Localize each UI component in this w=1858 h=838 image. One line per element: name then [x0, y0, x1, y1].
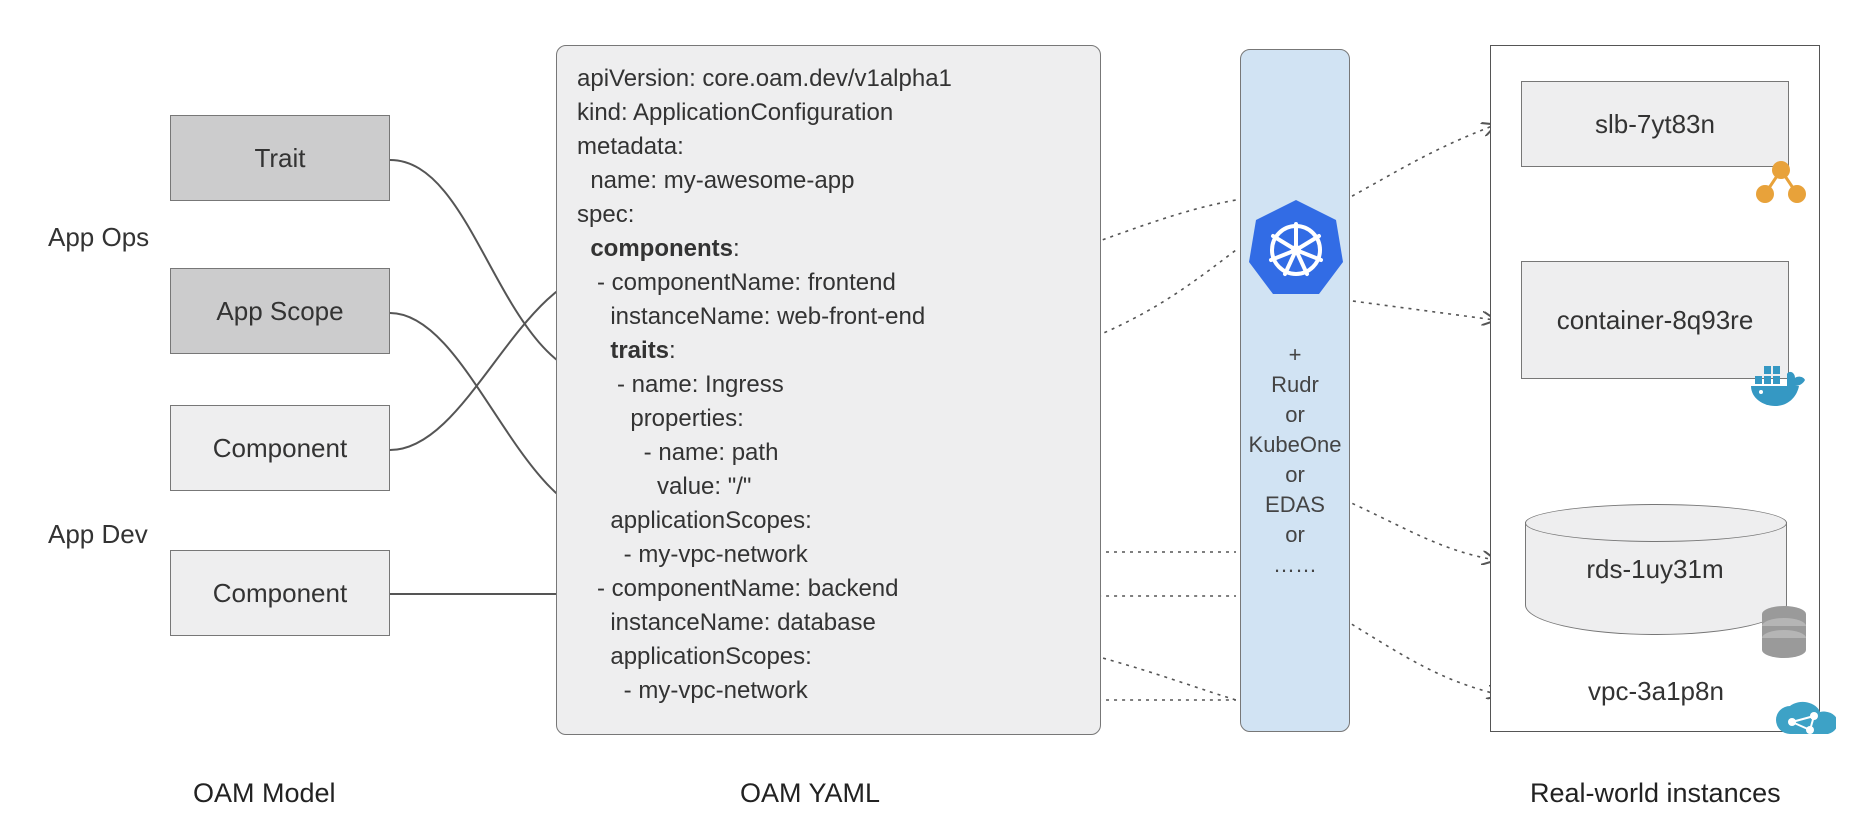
- runtime-kubeone: KubeOne: [1241, 430, 1349, 460]
- yaml-line: value: "/": [577, 470, 1080, 504]
- model-box-app-scope: App Scope: [170, 268, 390, 354]
- database-stack-icon: [1759, 604, 1809, 667]
- model-box-component-1-label: Component: [213, 433, 347, 464]
- yaml-line: apiVersion: core.oam.dev/v1alpha1: [577, 62, 1080, 96]
- yaml-line: - componentName: backend: [577, 572, 1080, 606]
- runtime-rudr: Rudr: [1241, 370, 1349, 400]
- runtime-edas: EDAS: [1241, 490, 1349, 520]
- runtime-or: or: [1241, 400, 1349, 430]
- yaml-line: - my-vpc-network: [577, 674, 1080, 708]
- runtime-dots: ……: [1241, 550, 1349, 580]
- model-box-trait-label: Trait: [254, 143, 305, 174]
- yaml-line: - componentName: frontend: [577, 266, 1080, 300]
- model-box-app-scope-label: App Scope: [216, 296, 343, 327]
- yaml-line: kind: ApplicationConfiguration: [577, 96, 1080, 130]
- instance-container-label: container-8q93re: [1557, 305, 1754, 336]
- yaml-line: metadata:: [577, 130, 1080, 164]
- load-balancer-icon: [1753, 158, 1809, 213]
- yaml-line: - my-vpc-network: [577, 538, 1080, 572]
- yaml-line: spec:: [577, 198, 1080, 232]
- role-app-dev-label: App Dev: [48, 519, 148, 550]
- yaml-line: - name: path: [577, 436, 1080, 470]
- model-box-trait: Trait: [170, 115, 390, 201]
- instance-rds-label: rds-1uy31m: [1525, 554, 1785, 585]
- cloud-network-icon: [1770, 700, 1836, 753]
- yaml-line: instanceName: web-front-end: [577, 300, 1080, 334]
- section-title-yaml: OAM YAML: [740, 778, 880, 809]
- section-title-model: OAM Model: [193, 778, 336, 809]
- model-box-component-1: Component: [170, 405, 390, 491]
- yaml-line: - name: Ingress: [577, 368, 1080, 402]
- yaml-line: name: my-awesome-app: [577, 164, 1080, 198]
- instance-slb-label: slb-7yt83n: [1595, 109, 1715, 140]
- runtime-or: or: [1241, 460, 1349, 490]
- instance-slb: slb-7yt83n: [1521, 81, 1789, 167]
- yaml-line: components:: [577, 232, 1080, 266]
- runtime-column: + Rudr or KubeOne or EDAS or ……: [1240, 49, 1350, 732]
- yaml-line: traits:: [577, 334, 1080, 368]
- docker-whale-icon: [1747, 360, 1813, 417]
- yaml-line: instanceName: database: [577, 606, 1080, 640]
- instance-rds: rds-1uy31m: [1525, 504, 1785, 634]
- kubernetes-logo-icon: [1241, 190, 1351, 310]
- instances-panel: slb-7yt83n container-8q93re: [1490, 45, 1820, 732]
- yaml-line: applicationScopes:: [577, 504, 1080, 538]
- oam-yaml-panel: apiVersion: core.oam.dev/v1alpha1 kind: …: [556, 45, 1101, 735]
- model-box-component-2-label: Component: [213, 578, 347, 609]
- runtime-plus: +: [1241, 340, 1349, 370]
- section-title-instances: Real-world instances: [1530, 778, 1781, 809]
- yaml-line: applicationScopes:: [577, 640, 1080, 674]
- model-box-component-2: Component: [170, 550, 390, 636]
- role-app-ops-label: App Ops: [48, 222, 149, 253]
- yaml-line: properties:: [577, 402, 1080, 436]
- runtime-or: or: [1241, 520, 1349, 550]
